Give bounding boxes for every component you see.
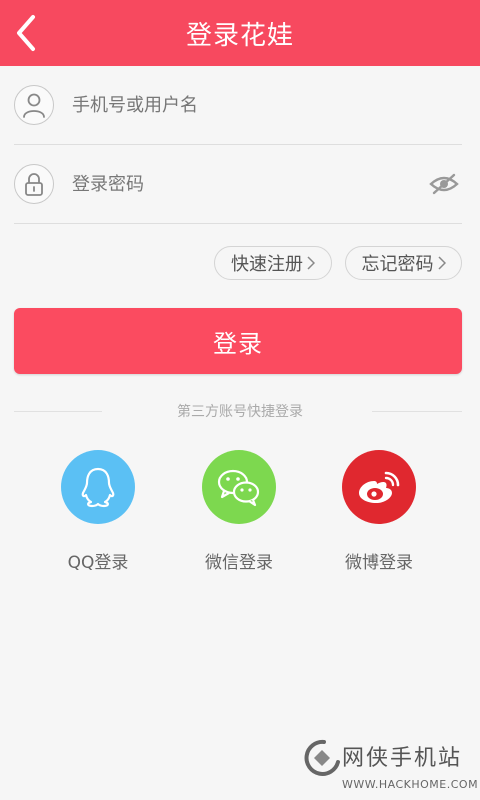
- toggle-password-visibility[interactable]: [428, 169, 460, 199]
- wechat-login-label: 微信登录: [205, 553, 273, 573]
- watermark-url: WWW.HACKHOME.COM: [342, 778, 479, 791]
- weibo-login-button[interactable]: 微博登录: [319, 450, 439, 573]
- back-button[interactable]: [6, 8, 46, 58]
- page-title: 登录花娃: [185, 20, 294, 51]
- third-party-label: 第三方账号快捷登录: [177, 404, 303, 420]
- wechat-icon: [202, 450, 276, 524]
- qq-icon: [61, 450, 135, 524]
- eye-hidden-icon: [429, 173, 459, 195]
- lock-icon: [14, 164, 54, 204]
- register-label: 快速注册: [231, 254, 303, 275]
- register-link[interactable]: 快速注册: [214, 246, 332, 280]
- chevron-right-icon: [307, 256, 315, 270]
- login-button[interactable]: 登录: [14, 308, 462, 374]
- watermark-name: 网侠手机站: [342, 746, 463, 771]
- chevron-left-icon: [17, 15, 35, 51]
- login-button-label: 登录: [213, 329, 263, 358]
- qq-login-label: QQ登录: [67, 553, 129, 573]
- username-field: [14, 66, 462, 145]
- header-bar: 登录花娃: [0, 0, 480, 66]
- wechat-login-button[interactable]: 微信登录: [179, 450, 299, 573]
- password-input[interactable]: [72, 164, 412, 204]
- forgot-password-link[interactable]: 忘记密码: [345, 246, 462, 280]
- divider-left: [14, 411, 102, 412]
- watermark-logo-icon: [304, 739, 340, 776]
- user-icon: [14, 85, 54, 125]
- forgot-label: 忘记密码: [361, 254, 434, 275]
- weibo-icon: [342, 450, 416, 524]
- password-field: [14, 145, 462, 224]
- username-input[interactable]: [72, 85, 412, 125]
- weibo-login-label: 微博登录: [345, 553, 413, 573]
- divider-right: [372, 411, 462, 412]
- chevron-right-icon: [437, 256, 446, 270]
- qq-login-button[interactable]: QQ登录: [38, 450, 158, 573]
- watermark: 网侠手机站 WWW.HACKHOME.COM: [302, 738, 478, 798]
